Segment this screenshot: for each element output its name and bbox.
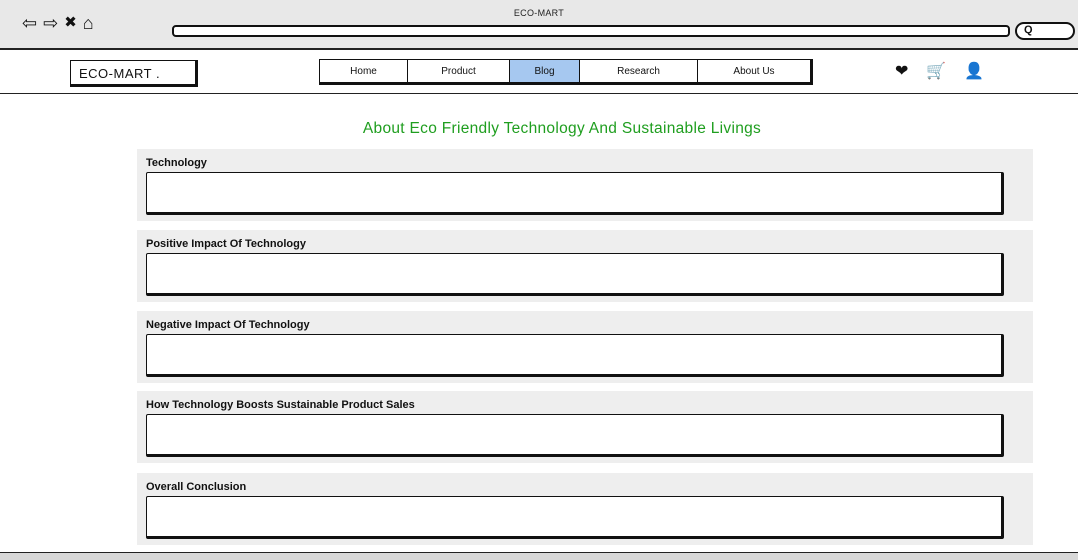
site-logo[interactable]: ECO-MART .: [70, 60, 198, 87]
site-header: ECO-MART . Home Product Blog Research Ab…: [0, 52, 1078, 94]
negative-impact-text-box[interactable]: [146, 334, 1004, 377]
user-icon[interactable]: 👤: [964, 64, 984, 80]
browser-search-button[interactable]: Q: [1015, 22, 1075, 40]
main-menu: Home Product Blog Research About Us: [319, 59, 813, 85]
menu-item-about-us[interactable]: About Us: [698, 60, 810, 82]
conclusion-text-box[interactable]: [146, 496, 1004, 539]
menu-item-home[interactable]: Home: [320, 60, 408, 82]
section-label: Negative Impact Of Technology: [146, 319, 310, 331]
section-label: Technology: [146, 157, 207, 169]
section-technology: Technology: [137, 149, 1033, 221]
divider: [0, 93, 8, 94]
technology-text-box[interactable]: [146, 172, 1004, 215]
section-overall-conclusion: Overall Conclusion: [137, 473, 1033, 545]
url-bar[interactable]: [172, 25, 1010, 37]
heart-icon[interactable]: ❤: [895, 64, 908, 80]
browser-chrome: ⇦ ⇨ ✖ ⌂ ECO-MART Q: [0, 0, 1078, 50]
page-title: About Eco Friendly Technology And Sustai…: [362, 120, 762, 137]
section-label: Positive Impact Of Technology: [146, 238, 306, 250]
positive-impact-text-box[interactable]: [146, 253, 1004, 296]
section-negative-impact: Negative Impact Of Technology: [137, 311, 1033, 383]
header-icons: ❤ 🛒 👤: [895, 64, 984, 80]
section-boosts-sales: How Technology Boosts Sustainable Produc…: [137, 391, 1033, 463]
search-icon: Q: [1024, 24, 1033, 36]
section-label: Overall Conclusion: [146, 481, 247, 493]
menu-item-research[interactable]: Research: [580, 60, 698, 82]
menu-item-product[interactable]: Product: [408, 60, 510, 82]
cart-icon[interactable]: 🛒: [926, 64, 946, 80]
menu-item-blog[interactable]: Blog: [510, 60, 580, 82]
section-label: How Technology Boosts Sustainable Produc…: [146, 399, 415, 411]
window-title: ECO-MART: [513, 8, 565, 18]
bottom-scrollbar[interactable]: [0, 552, 1078, 560]
boosts-sales-text-box[interactable]: [146, 414, 1004, 457]
section-positive-impact: Positive Impact Of Technology: [137, 230, 1033, 302]
